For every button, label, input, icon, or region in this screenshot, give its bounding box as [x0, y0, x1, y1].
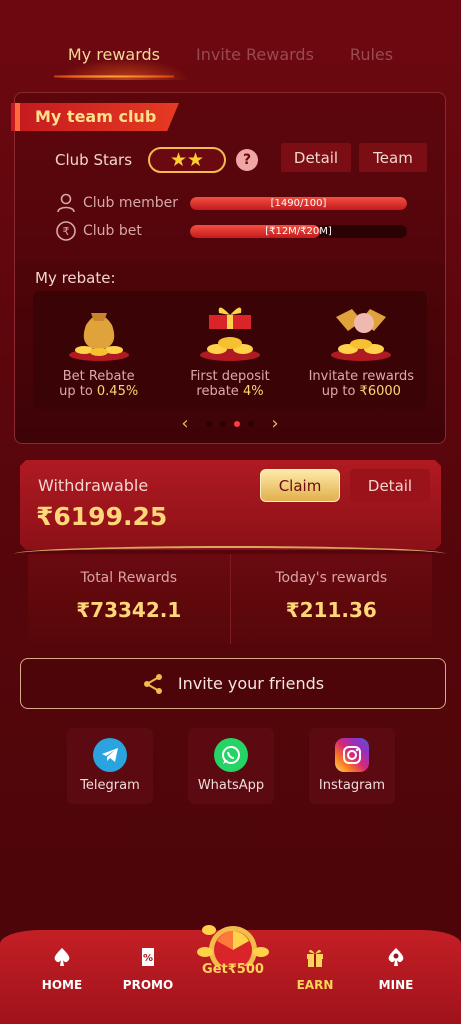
- todays-rewards-value: ₹211.36: [285, 598, 377, 622]
- user-icon: [57, 193, 75, 213]
- tab-invite-rewards[interactable]: Invite Rewards: [196, 45, 314, 64]
- rewards-summary: Total Rewards ₹73342.1 Today's rewards ₹…: [28, 554, 432, 644]
- handshake-coins-icon: [331, 309, 392, 361]
- club-member-progress-text: [1490/100]: [270, 198, 327, 209]
- nav-earn-label: EARN: [296, 978, 334, 992]
- rebate-item-invite[interactable]: Invitate rewards up to ₹6000: [296, 291, 427, 409]
- club-stars-row: Club Stars ★★ ?: [55, 147, 259, 173]
- todays-rewards-label: Today's rewards: [275, 570, 388, 586]
- rebate-line2: rebate 4%: [164, 384, 295, 399]
- rebate-carousel[interactable]: Bet Rebate up to 0.45% First deposit reb…: [33, 291, 427, 409]
- whatsapp-icon: [214, 738, 248, 772]
- chevron-right-icon[interactable]: ›: [262, 413, 288, 434]
- mine-profile-icon: [388, 948, 404, 966]
- total-rewards: Total Rewards ₹73342.1: [28, 554, 230, 644]
- rebate-line2-value: ₹6000: [359, 384, 401, 399]
- nav-spin-wheel[interactable]: Get₹500: [187, 912, 279, 978]
- withdraw-detail-button[interactable]: Detail: [350, 469, 430, 502]
- share-instagram-label: Instagram: [318, 778, 386, 793]
- rebate-line2-value: 0.45%: [96, 384, 139, 399]
- claim-button[interactable]: Claim: [260, 469, 340, 502]
- coin-bag-icon: [68, 313, 129, 361]
- share-options: Telegram WhatsApp Instagram: [67, 728, 395, 804]
- share-instagram[interactable]: Instagram: [309, 728, 395, 804]
- rebate-caption-bet: Bet Rebate up to 0.45%: [33, 369, 164, 399]
- rebate-caption-invite: Invitate rewards up to ₹6000: [296, 369, 427, 399]
- chevron-left-icon[interactable]: ‹: [172, 413, 198, 434]
- rebate-section: My rebate: Bet Rebate up to 0.45% First …: [15, 261, 445, 443]
- rebate-caption-first-deposit: First deposit rebate 4%: [164, 369, 295, 399]
- pager-dot[interactable]: [220, 420, 226, 427]
- club-team-button[interactable]: Team: [359, 143, 427, 172]
- share-whatsapp-label: WhatsApp: [197, 778, 265, 793]
- club-stars-label: Club Stars: [55, 151, 133, 169]
- share-telegram[interactable]: Telegram: [67, 728, 153, 804]
- spin-wheel-icon: [197, 925, 269, 974]
- svg-text:₹: ₹: [63, 225, 70, 238]
- club-bet-progress: [₹12M/₹20M]: [190, 225, 407, 238]
- pager-dot[interactable]: [248, 420, 254, 427]
- reward-tabs: My rewards Invite Rewards Rules: [0, 0, 461, 80]
- rebate-line1: First deposit: [190, 369, 270, 384]
- todays-rewards: Today's rewards ₹211.36: [229, 554, 433, 644]
- withdrawable-label: Withdrawable: [38, 476, 149, 495]
- club-detail-button[interactable]: Detail: [281, 143, 351, 172]
- rebate-line1: Bet Rebate: [62, 369, 135, 384]
- club-bet-progress-text: [₹12M/₹20M]: [265, 226, 332, 237]
- spade-icon: [54, 948, 70, 966]
- rebate-line2-value: 4%: [242, 384, 264, 399]
- nav-center-label: Get₹500: [202, 962, 264, 977]
- club-bet-row: ₹ Club bet: [55, 220, 183, 242]
- withdrawable-amount: ₹6199.25: [36, 502, 168, 531]
- club-member-progress: [1490/100]: [190, 197, 407, 210]
- total-rewards-value: ₹73342.1: [76, 598, 182, 622]
- rupee-icon: ₹: [56, 221, 76, 241]
- rebate-line2-prefix: up to: [59, 384, 97, 399]
- club-member-label: Club member: [83, 195, 179, 211]
- invite-friends-button[interactable]: Invite your friends: [20, 658, 446, 709]
- withdrawable-card: Withdrawable ₹6199.25 Claim Detail: [20, 460, 441, 550]
- tab-my-rewards[interactable]: My rewards: [53, 45, 175, 78]
- invite-friends-label: Invite your friends: [177, 674, 325, 693]
- club-bet-label: Club bet: [83, 223, 142, 239]
- nav-promo[interactable]: % PROMO: [108, 946, 188, 992]
- rebate-line2-prefix: rebate: [196, 384, 243, 399]
- nav-mine-label: MINE: [378, 978, 414, 992]
- instagram-icon: [335, 738, 369, 772]
- nav-mine[interactable]: MINE: [356, 946, 436, 992]
- nav-earn[interactable]: EARN: [275, 946, 355, 992]
- team-club-card: My team club Club Stars ★★ ? Detail Team…: [11, 92, 446, 444]
- share-telegram-label: Telegram: [80, 778, 140, 793]
- rebate-item-bet[interactable]: Bet Rebate up to 0.45%: [33, 291, 164, 409]
- rebate-line1: Invitate rewards: [308, 369, 415, 384]
- share-whatsapp[interactable]: WhatsApp: [188, 728, 274, 804]
- nav-home-label: HOME: [41, 978, 83, 992]
- rebate-pager: ‹ ›: [15, 413, 445, 434]
- club-stars-badge: ★★: [148, 147, 227, 173]
- nav-home[interactable]: HOME: [22, 946, 102, 992]
- rebate-line2: up to ₹6000: [296, 384, 427, 399]
- team-club-title: My team club: [11, 103, 179, 131]
- bottom-nav: HOME % PROMO Get₹500 EARN MINE: [0, 925, 461, 1024]
- pager-dot-active[interactable]: [234, 420, 240, 427]
- rebate-line2-prefix: up to: [321, 384, 360, 399]
- gift-icon: [307, 949, 323, 967]
- rebate-title: My rebate:: [35, 269, 116, 287]
- club-member-row: Club member: [55, 192, 183, 214]
- nav-promo-label: PROMO: [122, 978, 174, 992]
- question-icon[interactable]: ?: [236, 149, 259, 171]
- total-rewards-label: Total Rewards: [80, 570, 178, 586]
- pager-dot[interactable]: [206, 420, 212, 427]
- rebate-item-first-deposit[interactable]: First deposit rebate 4%: [164, 291, 295, 409]
- telegram-icon: [93, 738, 127, 772]
- rebate-line2: up to 0.45%: [33, 384, 164, 399]
- svg-text:%: %: [143, 953, 153, 964]
- share-icon: [143, 673, 162, 694]
- tab-rules[interactable]: Rules: [350, 45, 393, 64]
- promo-coupon-icon: %: [142, 948, 154, 966]
- gift-coins-icon: [199, 307, 260, 361]
